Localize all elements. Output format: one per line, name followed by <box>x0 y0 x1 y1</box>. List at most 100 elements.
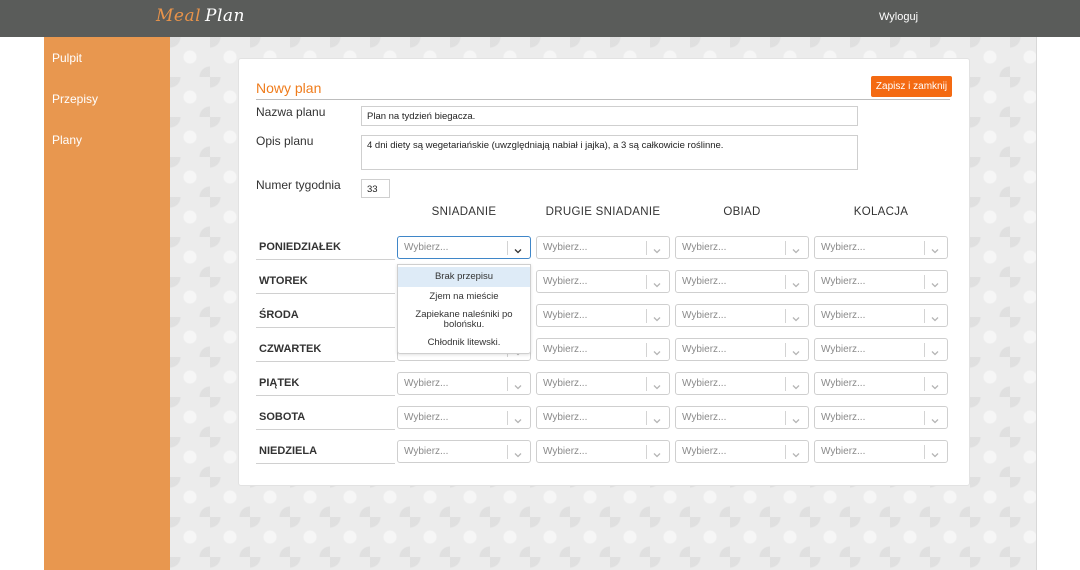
select-placeholder: Wybierz... <box>543 276 588 287</box>
chevron-down-icon[interactable] <box>930 311 940 322</box>
chevron-down-icon[interactable] <box>930 277 940 288</box>
dropdown-option-eat-out[interactable]: Zjem na mieście <box>398 287 530 307</box>
app-logo[interactable]: Meal Plan <box>156 6 245 26</box>
chevron-down-icon[interactable] <box>791 311 801 322</box>
chevron-down-icon[interactable] <box>652 277 662 288</box>
chevron-down-icon[interactable] <box>513 413 523 424</box>
chevron-down-icon[interactable] <box>652 447 662 458</box>
chevron-down-icon[interactable] <box>652 379 662 390</box>
select-separator <box>646 275 647 289</box>
select-separator <box>924 309 925 323</box>
chevron-down-icon[interactable] <box>930 345 940 356</box>
select-wednesday-dinner[interactable]: Wybierz... <box>814 304 948 327</box>
select-thursday-second-breakfast[interactable]: Wybierz... <box>536 338 670 361</box>
chevron-down-icon[interactable] <box>791 413 801 424</box>
select-placeholder: Wybierz... <box>821 446 866 457</box>
select-placeholder: Wybierz... <box>404 378 449 389</box>
plan-name-input[interactable]: Plan na tydzień biegacza. <box>361 106 858 126</box>
select-tuesday-dinner[interactable]: Wybierz... <box>814 270 948 293</box>
select-placeholder: Wybierz... <box>821 310 866 321</box>
select-separator <box>924 411 925 425</box>
chevron-down-icon[interactable] <box>930 413 940 424</box>
chevron-down-icon[interactable] <box>513 379 523 390</box>
select-sunday-second-breakfast[interactable]: Wybierz... <box>536 440 670 463</box>
day-label-monday: PONIEDZIAŁEK <box>259 241 341 253</box>
select-saturday-dinner[interactable]: Wybierz... <box>814 406 948 429</box>
chevron-down-icon[interactable] <box>652 413 662 424</box>
day-label-sunday: NIEDZIELA <box>259 445 318 457</box>
select-separator <box>785 377 786 391</box>
select-separator <box>646 411 647 425</box>
select-tuesday-lunch[interactable]: Wybierz... <box>675 270 809 293</box>
select-separator <box>924 343 925 357</box>
select-wednesday-second-breakfast[interactable]: Wybierz... <box>536 304 670 327</box>
sidebar-item-przepisy[interactable]: Przepisy <box>52 92 98 106</box>
select-placeholder: Wybierz... <box>682 378 727 389</box>
select-monday-breakfast[interactable]: Wybierz... <box>397 236 531 259</box>
select-friday-breakfast[interactable]: Wybierz... <box>397 372 531 395</box>
select-separator <box>646 343 647 357</box>
logout-link[interactable]: Wyloguj <box>879 11 918 23</box>
select-placeholder: Wybierz... <box>821 276 866 287</box>
select-placeholder: Wybierz... <box>821 412 866 423</box>
chevron-down-icon[interactable] <box>791 243 801 254</box>
select-placeholder: Wybierz... <box>682 412 727 423</box>
select-placeholder: Wybierz... <box>682 242 727 253</box>
select-monday-dinner[interactable]: Wybierz... <box>814 236 948 259</box>
chevron-down-icon[interactable] <box>791 379 801 390</box>
select-placeholder: Wybierz... <box>682 344 727 355</box>
plan-description-label: Opis planu <box>256 134 314 148</box>
select-saturday-lunch[interactable]: Wybierz... <box>675 406 809 429</box>
save-and-close-button[interactable]: Zapisz i zamknij <box>871 76 952 97</box>
week-number-label: Numer tygodnia <box>256 178 341 192</box>
select-placeholder: Wybierz... <box>821 378 866 389</box>
week-number-input[interactable]: 33 <box>361 179 390 198</box>
select-sunday-dinner[interactable]: Wybierz... <box>814 440 948 463</box>
day-label-thursday: CZWARTEK <box>259 343 322 355</box>
sidebar-item-pulpit[interactable]: Pulpit <box>52 51 82 65</box>
select-separator <box>785 275 786 289</box>
plan-description-textarea[interactable]: 4 dni diety są wegetariańskie (uwzględni… <box>361 135 858 170</box>
chevron-down-icon[interactable] <box>791 447 801 458</box>
select-thursday-lunch[interactable]: Wybierz... <box>675 338 809 361</box>
select-monday-second-breakfast[interactable]: Wybierz... <box>536 236 670 259</box>
column-header-dinner: KOLACJA <box>853 206 909 218</box>
select-friday-dinner[interactable]: Wybierz... <box>814 372 948 395</box>
select-monday-lunch[interactable]: Wybierz... <box>675 236 809 259</box>
select-saturday-breakfast[interactable]: Wybierz... <box>397 406 531 429</box>
sidebar-item-plany[interactable]: Plany <box>52 133 82 147</box>
select-sunday-lunch[interactable]: Wybierz... <box>675 440 809 463</box>
select-friday-second-breakfast[interactable]: Wybierz... <box>536 372 670 395</box>
select-separator <box>507 241 508 255</box>
chevron-down-icon[interactable] <box>930 243 940 254</box>
day-row-divider <box>256 361 395 362</box>
select-thursday-dinner[interactable]: Wybierz... <box>814 338 948 361</box>
select-separator <box>785 241 786 255</box>
chevron-down-icon[interactable] <box>513 243 523 254</box>
select-separator <box>924 241 925 255</box>
select-placeholder: Wybierz... <box>543 412 588 423</box>
select-placeholder: Wybierz... <box>682 276 727 287</box>
select-placeholder: Wybierz... <box>404 446 449 457</box>
select-wednesday-lunch[interactable]: Wybierz... <box>675 304 809 327</box>
day-row-divider <box>256 259 395 260</box>
column-header-lunch: OBIAD <box>723 206 761 218</box>
day-label-wednesday: ŚRODA <box>259 309 299 321</box>
select-tuesday-second-breakfast[interactable]: Wybierz... <box>536 270 670 293</box>
select-saturday-second-breakfast[interactable]: Wybierz... <box>536 406 670 429</box>
dropdown-option-cold-soup[interactable]: Chłodnik litewski. <box>398 333 530 353</box>
chevron-down-icon[interactable] <box>791 277 801 288</box>
chevron-down-icon[interactable] <box>652 345 662 356</box>
select-separator <box>646 309 647 323</box>
select-friday-lunch[interactable]: Wybierz... <box>675 372 809 395</box>
dropdown-option-no-recipe[interactable]: Brak przepisu <box>398 267 530 287</box>
chevron-down-icon[interactable] <box>513 447 523 458</box>
chevron-down-icon[interactable] <box>791 345 801 356</box>
select-sunday-breakfast[interactable]: Wybierz... <box>397 440 531 463</box>
chevron-down-icon[interactable] <box>930 447 940 458</box>
sidebar: Pulpit Przepisy Plany <box>44 37 170 570</box>
chevron-down-icon[interactable] <box>930 379 940 390</box>
chevron-down-icon[interactable] <box>652 243 662 254</box>
chevron-down-icon[interactable] <box>652 311 662 322</box>
dropdown-option-baked-pancakes[interactable]: Zapiekane naleśniki po bolońsku. <box>398 308 530 332</box>
